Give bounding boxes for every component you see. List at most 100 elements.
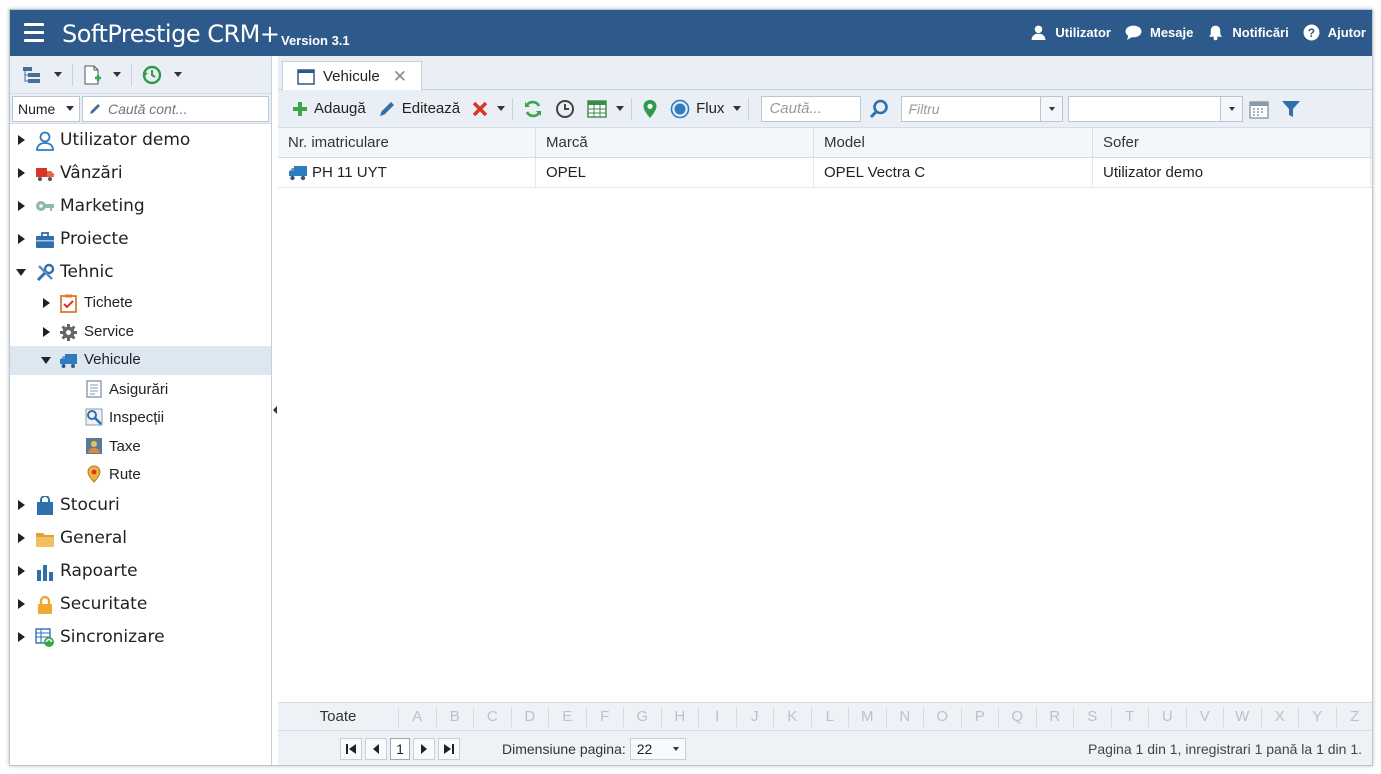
tree-item-sincronizare[interactable]: Sincronizare	[10, 621, 271, 654]
alpha-filter-letter[interactable]: E	[548, 706, 586, 727]
alpha-filter-letter[interactable]: U	[1148, 706, 1186, 727]
alpha-filter-letter[interactable]: S	[1073, 706, 1111, 727]
page-size-select[interactable]: 22	[629, 738, 686, 760]
expand-arrow-icon[interactable]	[18, 499, 25, 510]
notifications-link[interactable]: Notificări	[1207, 24, 1289, 41]
expand-arrow-icon[interactable]	[18, 168, 25, 178]
delete-button[interactable]	[466, 95, 494, 123]
history-button[interactable]	[138, 62, 166, 88]
map-location-button[interactable]	[636, 95, 664, 123]
expand-arrow-icon[interactable]	[18, 234, 25, 244]
alpha-filter-letter[interactable]: Z	[1335, 706, 1373, 727]
alpha-filter-letter[interactable]: C	[473, 706, 511, 727]
grid-search-input[interactable]: Caută...	[761, 95, 862, 122]
tree-view-button[interactable]	[18, 62, 46, 88]
alpha-filter-letter[interactable]: X	[1260, 706, 1299, 727]
history-button[interactable]	[549, 95, 581, 123]
tree-item-rute[interactable]: Rute	[10, 460, 271, 489]
tree-item-inspectii[interactable]: Inspecții	[10, 403, 271, 432]
search-field-select[interactable]: Nume	[12, 95, 80, 122]
search-button[interactable]	[861, 95, 897, 123]
column-header-model[interactable]: Model	[814, 128, 1093, 157]
add-button[interactable]: Adaugă	[286, 95, 372, 123]
export-grid-button[interactable]	[581, 95, 613, 123]
alpha-filter-letter[interactable]: Y	[1298, 706, 1336, 727]
first-page-button[interactable]	[340, 738, 362, 760]
filter-select[interactable]: Filtru	[901, 95, 1064, 122]
flux-dropdown[interactable]	[730, 95, 744, 123]
history-dropdown[interactable]	[170, 62, 186, 88]
last-page-button[interactable]	[438, 738, 460, 760]
expand-arrow-icon[interactable]	[18, 201, 25, 211]
alpha-filter-letter[interactable]: N	[885, 706, 924, 727]
alpha-filter-letter[interactable]: A	[398, 706, 436, 727]
collapse-arrow-icon[interactable]	[41, 357, 51, 364]
tree-item-rapoarte[interactable]: Rapoarte	[10, 555, 271, 588]
tree-item-marketing[interactable]: Marketing	[10, 190, 271, 223]
column-header-marca[interactable]: Marcă	[536, 128, 814, 157]
alpha-filter-letter[interactable]: J	[735, 706, 774, 727]
flux-button[interactable]: Flux	[664, 95, 730, 123]
alpha-filter-letter[interactable]: W	[1223, 706, 1261, 727]
expand-arrow-icon[interactable]	[18, 532, 25, 543]
alpha-filter-letter[interactable]: M	[848, 706, 886, 727]
alpha-filter-letter[interactable]: F	[585, 706, 624, 727]
alpha-filter-letter[interactable]: B	[435, 706, 474, 727]
expand-arrow-icon[interactable]	[43, 298, 50, 308]
tree-item-vanzari[interactable]: Vânzări	[10, 157, 271, 190]
tree-item-vehicule[interactable]: Vehicule	[10, 346, 271, 375]
expand-arrow-icon[interactable]	[18, 631, 25, 642]
tree-item-stocuri[interactable]: Stocuri	[10, 489, 271, 522]
tab-vehicule[interactable]: Vehicule ✕	[282, 61, 422, 91]
expand-arrow-icon[interactable]	[18, 135, 25, 145]
alpha-filter-letter[interactable]: H	[660, 706, 699, 727]
prev-page-button[interactable]	[365, 738, 387, 760]
current-page-input[interactable]: 1	[390, 738, 410, 760]
period-dropdown-button[interactable]	[1220, 96, 1243, 121]
alpha-filter-letter[interactable]: K	[773, 706, 811, 727]
help-link[interactable]: ? Ajutor	[1303, 24, 1366, 41]
filter-dropdown-button[interactable]	[1040, 96, 1063, 121]
tree-item-general[interactable]: General	[10, 522, 271, 555]
alpha-filter-letter[interactable]: L	[810, 706, 849, 727]
user-link[interactable]: Utilizator	[1030, 24, 1111, 41]
tree-item-tehnic[interactable]: Tehnic	[10, 256, 271, 289]
tree-item-tichete[interactable]: Tichete	[10, 289, 271, 318]
alpha-filter-letter[interactable]: T	[1110, 706, 1149, 727]
close-icon[interactable]: ✕	[393, 67, 407, 87]
alpha-filter-letter[interactable]: Q	[998, 706, 1036, 727]
tree-item-service[interactable]: Service	[10, 318, 271, 347]
refresh-button[interactable]	[517, 95, 549, 123]
tree-item-proiecte[interactable]: Proiecte	[10, 223, 271, 256]
tree-item-taxe[interactable]: Taxe	[10, 432, 271, 461]
alpha-filter-letter[interactable]: O	[923, 706, 961, 727]
tree-item-utilizator-demo[interactable]: Utilizator demo	[10, 124, 271, 157]
alpha-filter-letter[interactable]: V	[1185, 706, 1224, 727]
alpha-filter-letter[interactable]: I	[698, 706, 736, 727]
alpha-filter-letter[interactable]: G	[623, 706, 661, 727]
alpha-filter-letter[interactable]: R	[1035, 706, 1074, 727]
delete-dropdown[interactable]	[494, 95, 508, 123]
edit-button[interactable]: Editează	[372, 95, 466, 123]
account-search-input[interactable]	[108, 100, 268, 117]
expand-arrow-icon[interactable]	[18, 598, 25, 609]
calendar-button[interactable]	[1243, 95, 1275, 123]
advanced-filter-button[interactable]	[1275, 95, 1307, 123]
expand-arrow-icon[interactable]	[43, 326, 50, 337]
column-header-nr-imatriculare[interactable]: Nr. imatriculare	[278, 128, 536, 157]
period-select[interactable]	[1068, 95, 1244, 122]
new-document-button[interactable]	[79, 62, 105, 88]
column-header-sofer[interactable]: Sofer	[1093, 128, 1371, 157]
tree-view-dropdown[interactable]	[50, 62, 66, 88]
alpha-filter-all[interactable]: Toate	[278, 708, 398, 725]
tree-item-asigurari[interactable]: Asigurări	[10, 375, 271, 404]
hamburger-menu-icon[interactable]	[24, 23, 44, 43]
alpha-filter-letter[interactable]: D	[510, 706, 549, 727]
collapse-arrow-icon[interactable]	[16, 269, 26, 276]
new-document-dropdown[interactable]	[109, 62, 125, 88]
next-page-button[interactable]	[413, 738, 435, 760]
tree-item-securitate[interactable]: Securitate	[10, 588, 271, 621]
alpha-filter-letter[interactable]: P	[960, 706, 999, 727]
export-grid-dropdown[interactable]	[613, 95, 627, 123]
table-row[interactable]: PH 11 UYT OPEL OPEL Vectra C Utilizator …	[278, 158, 1372, 188]
